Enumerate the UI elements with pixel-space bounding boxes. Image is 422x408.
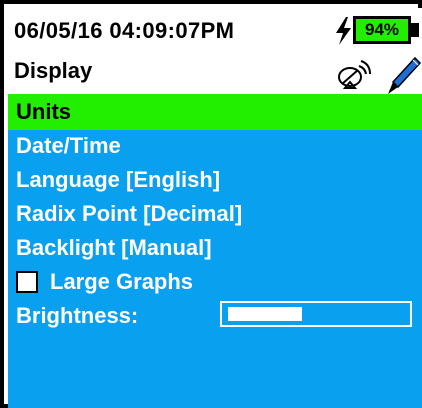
menu-item-language[interactable]: Language [English]	[8, 162, 422, 198]
brightness-slider[interactable]	[220, 301, 412, 327]
menu-item-radix-point[interactable]: Radix Point [Decimal]	[8, 196, 422, 232]
menu-item-backlight[interactable]: Backlight [Manual]	[8, 230, 422, 266]
menu-item-date-time[interactable]: Date/Time	[8, 128, 422, 164]
brightness-fill	[228, 307, 302, 321]
menu-item-label: Language [English]	[16, 167, 221, 192]
large-graphs-checkbox[interactable]	[16, 271, 38, 293]
menu-item-label: Backlight [Manual]	[16, 235, 212, 260]
device-screen: 06/05/16 04:09:07PM Display 94% Units Da…	[0, 0, 422, 408]
brightness-label: Brightness:	[16, 303, 139, 328]
menu-item-units[interactable]: Units	[8, 94, 422, 130]
pen-icon[interactable]	[386, 56, 422, 96]
charging-bolt-icon	[336, 17, 351, 45]
header: 06/05/16 04:09:07PM Display 94%	[8, 8, 422, 94]
large-graphs-label: Large Graphs	[50, 269, 194, 294]
settings-menu-panel: Units Date/Time Language [English] Radix…	[8, 94, 422, 408]
menu-item-label: Radix Point [Decimal]	[16, 201, 243, 226]
menu-item-label: Units	[16, 99, 71, 124]
battery-percent: 94%	[364, 20, 400, 39]
menu-item-label: Date/Time	[16, 133, 121, 158]
datetime-display: 06/05/16 04:09:07PM	[14, 18, 235, 43]
screen-title: Display	[14, 58, 93, 83]
satellite-icon[interactable]	[337, 60, 371, 92]
large-graphs-toggle[interactable]: Large Graphs	[8, 264, 422, 300]
battery-indicator: 94%	[353, 16, 411, 44]
battery-terminal	[411, 23, 419, 37]
